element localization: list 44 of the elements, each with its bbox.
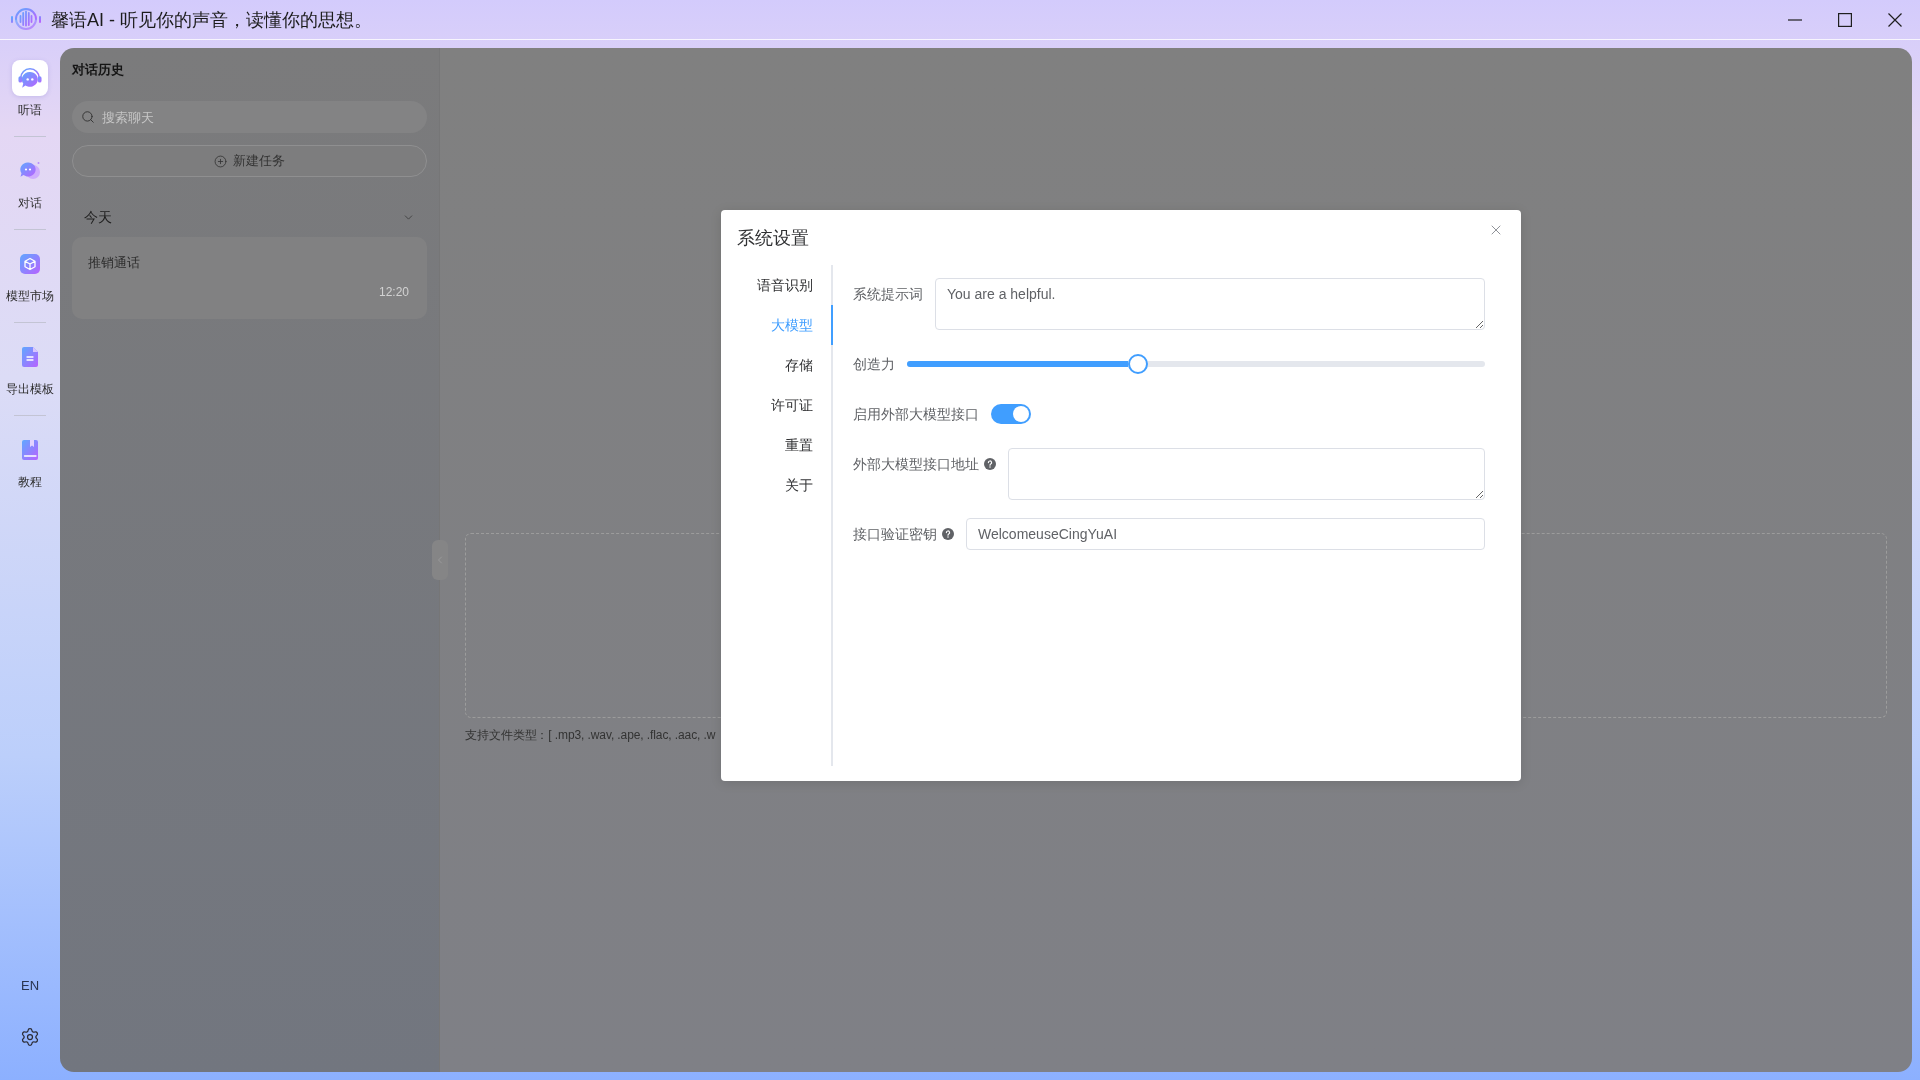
- settings-icon: [20, 1027, 40, 1047]
- settings-button[interactable]: [19, 1026, 41, 1048]
- group-header[interactable]: 今天: [72, 201, 427, 233]
- history-item[interactable]: 推销通话 12:20: [72, 237, 427, 319]
- settings-tab[interactable]: 许可证: [737, 385, 833, 425]
- settings-tab[interactable]: 重置: [737, 425, 833, 465]
- supported-formats-hint: 支持文件类型：[ .mp3, .wav, .ape, .flac, .aac, .w: [465, 727, 716, 743]
- settings-tab[interactable]: 关于: [737, 465, 833, 505]
- search-field[interactable]: 搜索聊天: [72, 101, 427, 133]
- maximize-icon: [1838, 12, 1852, 27]
- field-label: 系统提示词: [853, 285, 923, 304]
- text-input[interactable]: WelcomeuseCingYuAI: [966, 518, 1485, 550]
- nav-item[interactable]: 模型市场: [6, 246, 54, 304]
- nav-item[interactable]: 教程: [12, 432, 48, 490]
- field-label: 接口验证密钥: [853, 525, 937, 544]
- field-label: 启用外部大模型接口: [853, 405, 979, 424]
- window-title: 馨语AI - 听见你的声音，读懂你的思想。: [51, 8, 372, 32]
- help-icon[interactable]: [984, 458, 996, 470]
- document-icon: [22, 347, 38, 367]
- field-label: 外部大模型接口地址: [853, 455, 979, 474]
- settings-tab[interactable]: 语音识别: [737, 265, 833, 305]
- settings-tab[interactable]: 存储: [737, 345, 833, 385]
- toggle-switch[interactable]: [991, 404, 1031, 424]
- panel-title: 对话历史: [72, 61, 124, 79]
- language-button[interactable]: EN: [20, 978, 40, 994]
- textarea-field[interactable]: [1008, 448, 1485, 500]
- cube-icon: [20, 254, 40, 274]
- textarea-field[interactable]: You are a helpful.: [935, 278, 1485, 330]
- item-title: 推销通话: [88, 254, 140, 272]
- dialog-title: 系统设置: [737, 227, 809, 250]
- plus-circle-icon: [214, 154, 227, 168]
- field-label: 创造力: [853, 355, 895, 374]
- chat-bubbles-icon: [19, 160, 41, 182]
- search-icon: [81, 110, 95, 124]
- collapse-handle[interactable]: [432, 540, 448, 580]
- book-icon: [22, 440, 38, 460]
- close-icon: [1888, 12, 1902, 27]
- headset-chat-icon: [17, 66, 43, 90]
- nav-item[interactable]: 对话: [12, 153, 48, 211]
- minimize-icon: [1788, 18, 1802, 21]
- help-icon[interactable]: [942, 528, 954, 540]
- slider-thumb[interactable]: [1128, 354, 1149, 374]
- nav-item[interactable]: 导出模板: [6, 339, 54, 397]
- item-time: 12:20: [378, 284, 409, 300]
